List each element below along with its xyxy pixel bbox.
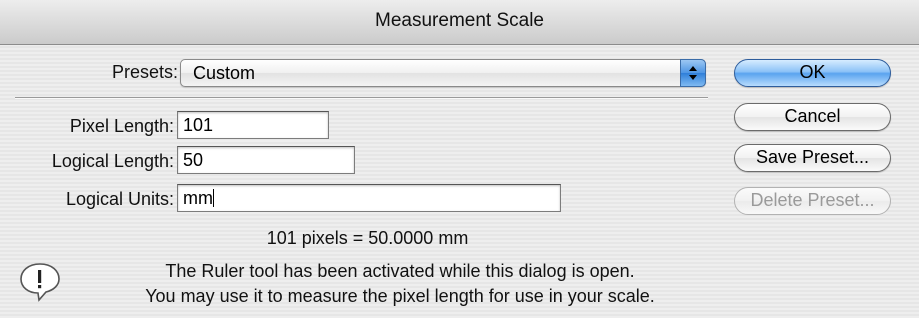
logical-length-label: Logical Length: bbox=[51, 151, 174, 171]
cancel-button[interactable]: Cancel bbox=[734, 103, 891, 131]
measurement-scale-dialog: Measurement Scale Presets: Custom Pixel … bbox=[0, 0, 919, 318]
logical-units-field[interactable]: mm bbox=[177, 184, 561, 212]
pixel-length-field[interactable]: 101 bbox=[177, 111, 329, 139]
presets-label: Presets: bbox=[111, 62, 178, 82]
popup-arrows-icon bbox=[680, 59, 706, 87]
delete-preset-button: Delete Preset... bbox=[734, 187, 891, 215]
logical-units-label: Logical Units: bbox=[65, 189, 174, 209]
save-preset-button[interactable]: Save Preset... bbox=[734, 144, 891, 172]
info-line-1: The Ruler tool has been activated while … bbox=[165, 261, 635, 281]
dialog-title: Measurement Scale bbox=[375, 10, 544, 31]
logical-length-field[interactable]: 50 bbox=[177, 146, 355, 174]
conversion-result: 101 pixels = 50.0000 mm bbox=[266, 228, 469, 248]
presets-popup[interactable]: Custom bbox=[180, 59, 706, 87]
presets-selected-value: Custom bbox=[193, 63, 256, 83]
pixel-length-label: Pixel Length: bbox=[69, 116, 174, 136]
ok-button[interactable]: OK bbox=[734, 59, 891, 87]
title-bar[interactable]: Measurement Scale bbox=[0, 0, 919, 45]
exclamation-speech-bubble-icon bbox=[18, 262, 62, 302]
separator bbox=[15, 97, 708, 99]
info-line-2: You may use it to measure the pixel leng… bbox=[145, 286, 655, 306]
text-cursor bbox=[213, 189, 214, 207]
info-message: The Ruler tool has been activated while … bbox=[80, 259, 720, 309]
